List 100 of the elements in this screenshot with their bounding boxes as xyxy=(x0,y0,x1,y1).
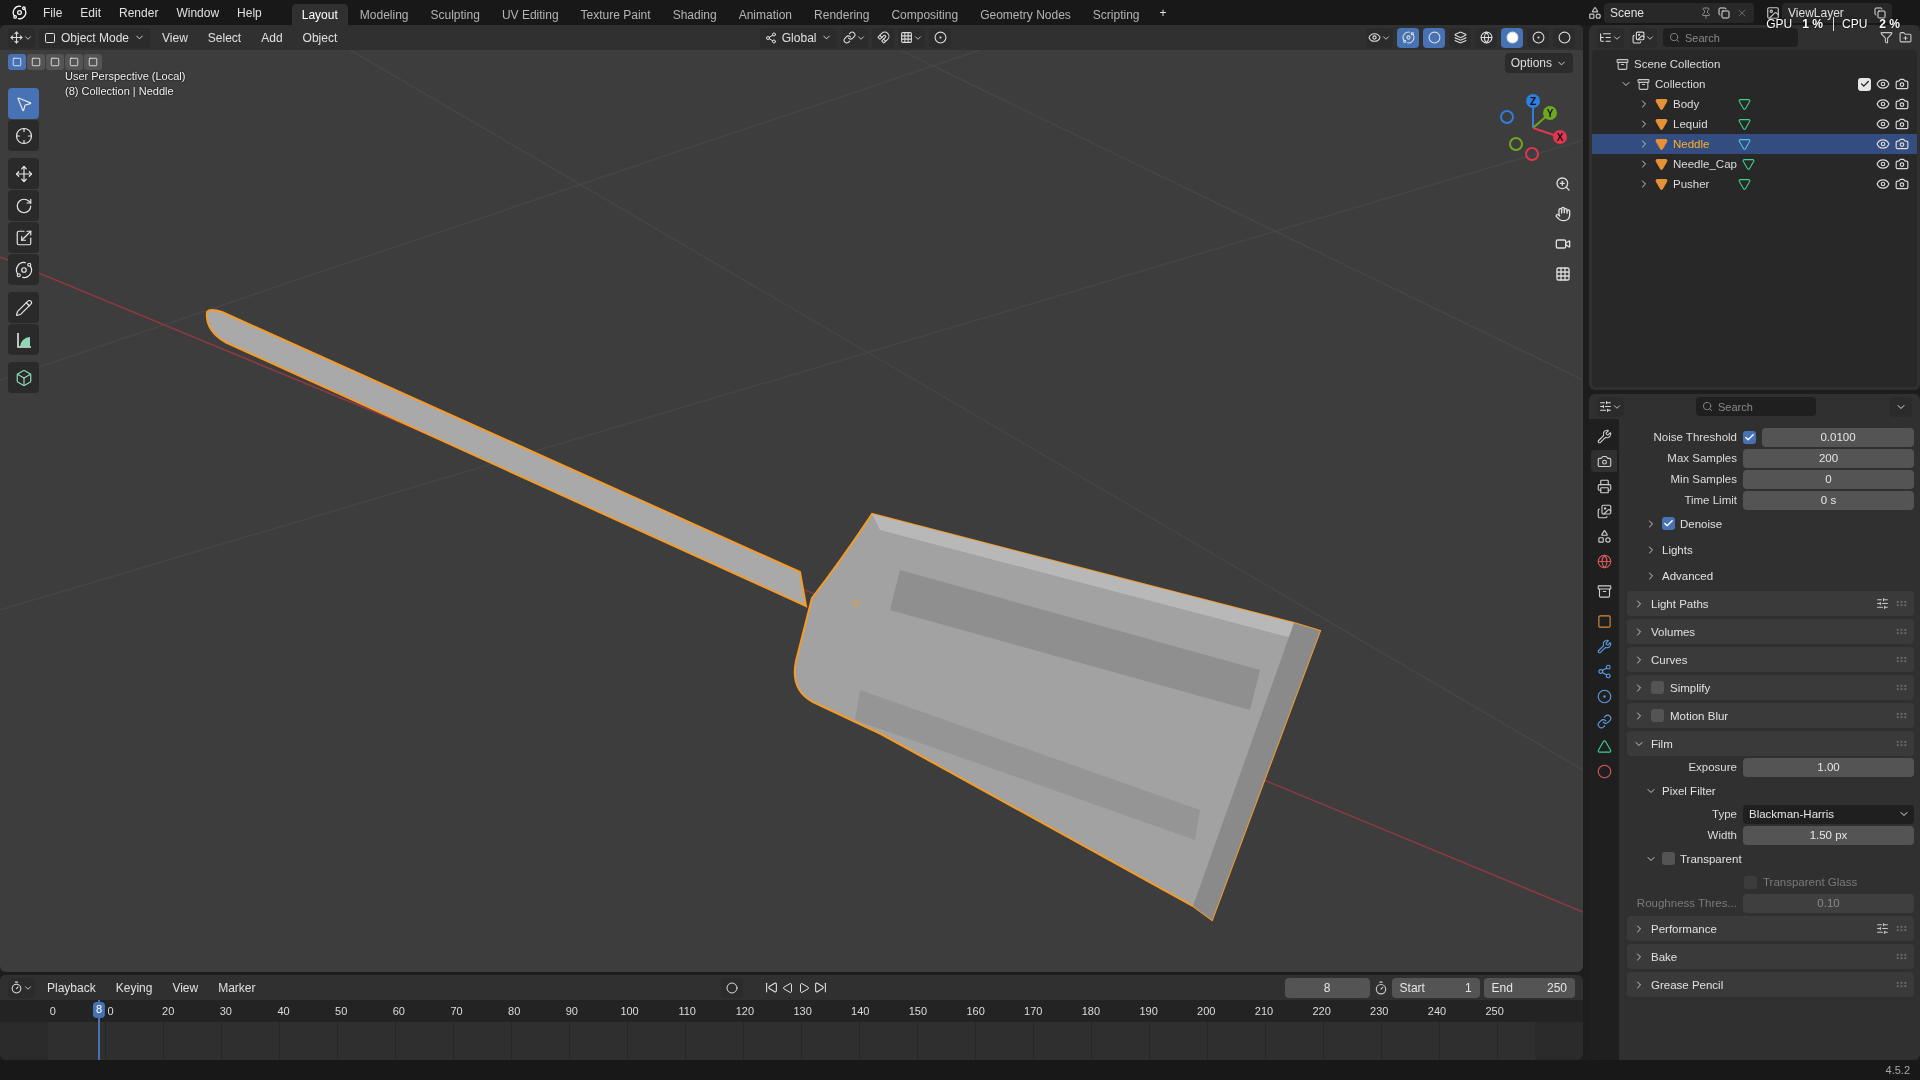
scene-icon[interactable] xyxy=(1588,5,1602,20)
workspace-tab[interactable]: Scripting xyxy=(1082,4,1150,25)
grid-icon[interactable] xyxy=(1555,266,1571,282)
snap-button[interactable] xyxy=(872,27,895,48)
workspace-tab[interactable]: Sculpting xyxy=(420,4,490,25)
tree-row[interactable]: Needle_Cap xyxy=(1592,154,1917,174)
tool-button[interactable] xyxy=(8,362,39,393)
xray-button[interactable] xyxy=(1449,27,1471,48)
tool-button[interactable] xyxy=(8,292,39,323)
solid-shading-button[interactable] xyxy=(1501,27,1523,48)
add-workspace-button[interactable]: + xyxy=(1151,2,1175,23)
tree-row[interactable]: Neddle xyxy=(1592,134,1917,154)
axis-handle[interactable]: X xyxy=(1553,130,1567,144)
workspace-tab[interactable]: Modeling xyxy=(349,4,419,25)
presets-icon[interactable] xyxy=(1876,597,1889,610)
number-field[interactable]: 0.0100 xyxy=(1762,427,1914,447)
sphere-icon[interactable] xyxy=(1596,763,1612,779)
visibility-button[interactable] xyxy=(1366,27,1393,48)
tree-row[interactable]: Pusher xyxy=(1592,174,1917,194)
subpanel-header[interactable]: Lights xyxy=(1662,543,1693,556)
checkbox[interactable] xyxy=(1651,709,1664,722)
orbit-icon[interactable] xyxy=(1596,688,1612,704)
workspace-tab[interactable]: Texture Paint xyxy=(570,4,661,25)
pin-icon[interactable] xyxy=(1700,6,1712,19)
camera-icon[interactable] xyxy=(1596,453,1612,469)
checkbox[interactable] xyxy=(1662,517,1675,530)
play-icon[interactable] xyxy=(798,981,811,994)
eye-icon[interactable] xyxy=(1876,97,1890,111)
eye-icon[interactable] xyxy=(1876,157,1890,171)
box-icon[interactable] xyxy=(1596,583,1612,599)
workspace-tab[interactable]: Animation xyxy=(728,4,803,25)
menu-item[interactable]: View xyxy=(164,977,207,998)
menu-item[interactable]: Select xyxy=(199,27,250,48)
mesh-icon[interactable] xyxy=(1738,97,1751,111)
menu-item[interactable]: Help xyxy=(229,2,270,23)
tree-item[interactable]: Scene Collection xyxy=(1634,58,1721,70)
stopwatch-icon[interactable] xyxy=(1373,980,1388,995)
orientation-dropdown[interactable]: Global xyxy=(759,27,838,48)
options-button[interactable]: Options xyxy=(1504,53,1573,73)
camera-icon[interactable] xyxy=(1895,137,1909,151)
mode-dropdown[interactable]: Object Mode xyxy=(39,27,151,48)
panel-header[interactable]: Performance xyxy=(1627,916,1914,941)
number-field[interactable]: 1.50 px xyxy=(1743,825,1914,845)
menu-item[interactable]: Edit xyxy=(72,2,110,23)
jump-end-icon[interactable] xyxy=(814,981,828,994)
eye-icon[interactable] xyxy=(1876,117,1890,131)
panel-header[interactable]: Film xyxy=(1627,731,1914,756)
checkbox[interactable] xyxy=(1651,681,1664,694)
tool-button[interactable] xyxy=(8,324,39,355)
proportional-button[interactable] xyxy=(929,27,952,48)
number-field[interactable]: 1.00 xyxy=(1743,757,1914,777)
panel-header[interactable]: Curves xyxy=(1627,647,1914,672)
end-frame-field[interactable]: End 250 xyxy=(1483,977,1575,998)
number-field[interactable]: 0 s xyxy=(1743,490,1914,510)
camera-icon[interactable] xyxy=(1895,97,1909,111)
jump-start-icon[interactable] xyxy=(765,981,779,994)
selection-mode-button[interactable] xyxy=(65,54,83,70)
filter-icon[interactable] xyxy=(1880,31,1893,44)
menu-item[interactable]: Playback xyxy=(39,977,104,998)
subpanel-header[interactable]: Advanced xyxy=(1662,569,1714,582)
camera-icon[interactable] xyxy=(1895,117,1909,131)
eye-icon[interactable] xyxy=(1876,177,1890,191)
checkbox[interactable] xyxy=(1743,430,1756,444)
presets-icon[interactable] xyxy=(1876,922,1889,935)
checkbox[interactable] xyxy=(1858,77,1871,91)
link-icon[interactable] xyxy=(1596,713,1612,729)
options-dropdown[interactable] xyxy=(1890,396,1912,417)
menu-item[interactable]: Add xyxy=(253,27,291,48)
display-mode-button[interactable] xyxy=(1630,27,1657,48)
panel-header[interactable]: Volumes xyxy=(1627,619,1914,644)
wrench-icon[interactable] xyxy=(1596,428,1612,444)
editor-type-button[interactable] xyxy=(8,27,35,48)
panel-header[interactable]: Motion Blur xyxy=(1627,703,1914,728)
editor-type-button[interactable] xyxy=(1597,27,1624,48)
search-field[interactable]: Search xyxy=(1696,397,1816,416)
axis-handle[interactable]: Y xyxy=(1543,106,1557,120)
overlay-button[interactable] xyxy=(1423,27,1445,48)
checkbox[interactable] xyxy=(1662,852,1675,865)
current-frame-field[interactable]: 8 xyxy=(1284,977,1370,998)
camera-icon[interactable] xyxy=(1895,177,1909,191)
copy-icon[interactable] xyxy=(1874,6,1886,19)
workspace-tab[interactable]: Compositing xyxy=(881,4,969,25)
camera-icon[interactable] xyxy=(1895,77,1909,91)
camera-icon[interactable] xyxy=(1895,157,1909,171)
editor-type-button[interactable] xyxy=(1597,396,1624,417)
subpanel-header[interactable]: Transparent xyxy=(1680,852,1742,865)
axis-handle[interactable]: Z xyxy=(1526,94,1540,108)
panel-header[interactable]: Grease Pencil xyxy=(1627,972,1914,997)
editor-type-button[interactable] xyxy=(8,977,35,998)
number-field[interactable]: 0 xyxy=(1743,469,1914,489)
nodes-icon[interactable] xyxy=(1596,663,1612,679)
material-shading-button[interactable] xyxy=(1527,27,1549,48)
eye-icon[interactable] xyxy=(1876,77,1890,91)
mesh-icon[interactable] xyxy=(1738,177,1751,191)
subpanel-header[interactable]: Denoise xyxy=(1680,517,1723,530)
mesh-icon[interactable] xyxy=(1738,137,1751,151)
workspace-tab[interactable]: Rendering xyxy=(804,4,880,25)
snap-target-button[interactable] xyxy=(898,27,926,48)
app-logo-icon[interactable] xyxy=(12,5,27,20)
tree-row[interactable]: Lequid xyxy=(1592,114,1917,134)
